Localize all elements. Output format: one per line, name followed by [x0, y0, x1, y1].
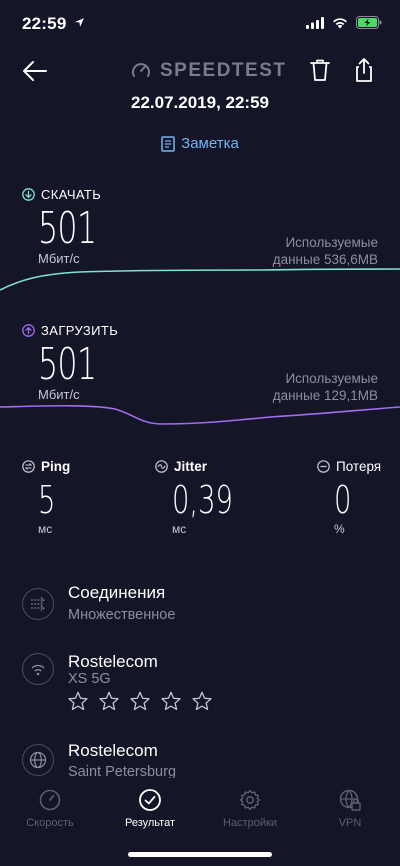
loss-label: Потеря: [336, 459, 382, 474]
gear-icon: [239, 789, 261, 811]
connections-icon: [22, 588, 54, 620]
upload-label: ЗАГРУЗИТЬ: [41, 323, 119, 338]
status-icons: [306, 16, 382, 29]
ping-header: Ping: [22, 459, 70, 474]
tab-speed-label: Скорость: [26, 817, 74, 829]
jitter-label: Jitter: [174, 459, 208, 474]
download-used-label: Используемые: [285, 235, 378, 250]
speedtest-gauge-icon: [132, 63, 150, 77]
status-bar-time: 22:59: [22, 14, 85, 34]
upload-speed-graph: [0, 404, 400, 425]
speedtest-logo: SPEEDTEST: [130, 60, 286, 82]
back-arrow-icon[interactable]: [20, 56, 50, 86]
tab-vpn-label: VPN: [338, 817, 362, 829]
upload-header: ЗАГРУЗИТЬ: [22, 323, 118, 338]
result-date: 22.07.2019, 22:59: [130, 93, 269, 112]
rating-stars[interactable]: [67, 690, 213, 712]
note-button[interactable]: Заметка: [0, 135, 400, 152]
connections-mode: Множественное: [68, 607, 176, 623]
connections-title: Соединения: [68, 583, 166, 602]
home-indicator[interactable]: [128, 852, 272, 857]
tab-settings[interactable]: Настройки: [210, 788, 290, 829]
globe-icon: [22, 744, 54, 776]
network-type: XS 5G: [68, 671, 111, 687]
star-icon[interactable]: [191, 690, 213, 712]
tab-result-label: Результат: [124, 817, 176, 829]
jitter-unit: мс: [172, 522, 187, 536]
provider-name: Rostelecom: [68, 652, 158, 671]
tab-vpn[interactable]: VPN: [310, 788, 390, 829]
upload-used-label: Используемые: [285, 371, 378, 386]
download-header: СКАЧАТЬ: [22, 187, 101, 202]
ping-value: 5: [38, 478, 56, 522]
jitter-value: 0,39: [172, 478, 233, 522]
jitter-header: Jitter: [155, 459, 207, 474]
wifi-status-icon: [333, 17, 347, 28]
tab-result[interactable]: Результат: [110, 788, 190, 829]
server-provider: Rostelecom: [68, 741, 158, 760]
tab-speed[interactable]: Скорость: [10, 788, 90, 829]
loss-value: 0: [334, 478, 352, 522]
star-icon[interactable]: [98, 690, 120, 712]
ping-label: Ping: [41, 459, 71, 474]
star-icon[interactable]: [67, 690, 89, 712]
loss-header: Потеря: [317, 459, 381, 474]
jitter-icon: [155, 460, 168, 473]
star-icon[interactable]: [129, 690, 151, 712]
tab-settings-label: Настройки: [223, 817, 277, 829]
vpn-lock-icon: [339, 789, 361, 811]
trash-icon[interactable]: [306, 56, 334, 84]
download-speed-graph: [0, 268, 400, 291]
wifi-icon: [22, 653, 54, 685]
loss-unit: %: [334, 522, 345, 536]
ping-icon: [22, 460, 35, 473]
battery-charging-icon: [356, 16, 382, 29]
star-icon[interactable]: [160, 690, 182, 712]
upload-value: 501: [38, 339, 97, 390]
download-label: СКАЧАТЬ: [41, 187, 102, 202]
location-arrow-icon: [75, 18, 85, 27]
packet-loss-icon: [317, 460, 330, 473]
signal-icon: [306, 16, 324, 29]
upload-arrow-icon: [22, 324, 35, 337]
share-icon[interactable]: [350, 56, 378, 84]
note-icon: [161, 135, 175, 152]
gauge-icon: [39, 789, 61, 811]
note-label: Заметка: [181, 135, 239, 152]
download-value: 501: [38, 203, 97, 254]
check-circle-icon: [139, 789, 161, 811]
ping-unit: мс: [38, 522, 53, 536]
download-arrow-icon: [22, 188, 35, 201]
